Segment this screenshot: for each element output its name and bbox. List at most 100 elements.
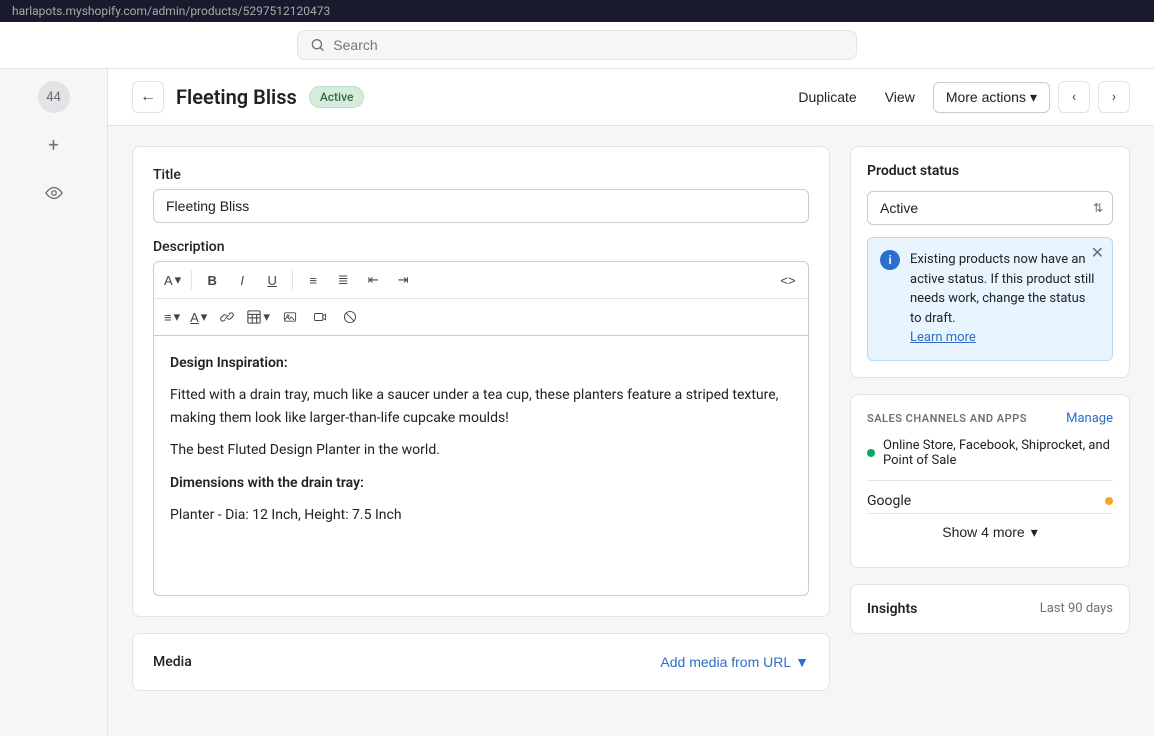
status-select[interactable]: Active Draft Archived — [867, 191, 1113, 225]
block-button[interactable] — [336, 303, 364, 331]
link-icon — [220, 310, 234, 324]
title-input[interactable] — [153, 189, 809, 223]
italic-icon: I — [240, 273, 244, 288]
product-status-title: Product status — [867, 163, 1113, 179]
align-chevron-icon: ▾ — [174, 309, 181, 325]
table-icon — [247, 310, 261, 324]
dimensions-heading: Dimensions with the drain tray: — [170, 475, 364, 491]
code-button[interactable]: <> — [774, 266, 802, 294]
description-para3: Planter - Dia: 12 Inch, Height: 7.5 Inch — [170, 504, 792, 526]
info-text: Existing products now have an active sta… — [910, 250, 1100, 348]
nav-prev-button[interactable]: ‹ — [1058, 81, 1090, 113]
left-sidebar: 44 + — [0, 69, 108, 735]
bold-icon: B — [208, 273, 217, 288]
page-header: ← Fleeting Bliss Active Duplicate View M… — [108, 69, 1154, 126]
editor-content[interactable]: Design Inspiration: Fitted with a drain … — [153, 336, 809, 596]
link-button[interactable] — [213, 303, 241, 331]
image-icon — [283, 310, 297, 324]
main-layout: 44 + ← Fleeting Bliss Active Duplicate V… — [0, 69, 1154, 735]
bold-button[interactable]: B — [198, 266, 226, 294]
next-icon: › — [1112, 89, 1116, 105]
indent-dec-button[interactable]: ⇤ — [359, 266, 387, 294]
video-button[interactable] — [306, 303, 334, 331]
italic-button[interactable]: I — [228, 266, 256, 294]
add-icon-btn[interactable]: + — [38, 129, 70, 161]
list-ul-icon: ≡ — [309, 273, 317, 288]
font-dropdown-icon: ▾ — [175, 272, 182, 288]
block-icon — [343, 310, 357, 324]
view-button[interactable]: View — [875, 83, 925, 111]
status-select-wrapper: Active Draft Archived — [867, 191, 1113, 225]
product-details-card: Title Description A ▾ — [132, 146, 830, 617]
google-status-dot — [1105, 497, 1113, 505]
image-button[interactable] — [276, 303, 304, 331]
search-icon — [310, 37, 325, 53]
url-bar: harlapots.myshopify.com/admin/products/5… — [0, 0, 1154, 22]
google-row: Google — [867, 493, 1113, 509]
font-group: A ▾ — [160, 272, 185, 288]
manage-link[interactable]: Manage — [1066, 411, 1113, 426]
info-close-button[interactable]: ✕ — [1091, 246, 1104, 262]
show-more-button[interactable]: Show 4 more ▾ — [867, 513, 1113, 551]
search-input[interactable] — [333, 37, 844, 53]
url-text: harlapots.myshopify.com/admin/products/5… — [12, 4, 330, 18]
nav-next-button[interactable]: › — [1098, 81, 1130, 113]
info-icon: i — [880, 250, 900, 270]
sidebar-badge: 44 — [38, 81, 70, 113]
eye-icon-btn[interactable] — [38, 177, 70, 209]
media-card: Media Add media from URL ▼ — [132, 633, 830, 691]
add-media-button[interactable]: Add media from URL ▼ — [660, 654, 809, 670]
list-ul-button[interactable]: ≡ — [299, 266, 327, 294]
more-actions-button[interactable]: More actions ▾ — [933, 82, 1050, 113]
online-store-status-dot — [867, 449, 875, 457]
add-media-chevron-icon: ▼ — [795, 654, 809, 670]
description-label: Description — [153, 239, 809, 255]
learn-more-link[interactable]: Learn more — [910, 330, 976, 345]
info-message: Existing products now have an active sta… — [910, 252, 1094, 326]
product-status-card: Product status Active Draft Archived i E… — [850, 146, 1130, 378]
duplicate-button[interactable]: Duplicate — [788, 83, 866, 111]
chevron-down-icon: ▾ — [1030, 89, 1037, 106]
media-header: Media Add media from URL ▼ — [153, 654, 809, 670]
underline-icon: U — [268, 273, 277, 288]
font-size-dropdown[interactable]: A ▾ — [160, 272, 185, 288]
table-chevron-icon: ▾ — [263, 309, 270, 325]
show-more-chevron-icon: ▾ — [1031, 524, 1038, 541]
sales-channels-title: SALES CHANNELS AND APPS — [867, 412, 1027, 425]
indent-inc-button[interactable]: ⇥ — [389, 266, 417, 294]
toolbar-row-2: ≡ ▾ A ▾ — [154, 299, 808, 335]
underline-button[interactable]: U — [258, 266, 286, 294]
design-heading: Design Inspiration: — [170, 355, 288, 371]
search-box[interactable] — [297, 30, 857, 60]
channel-divider — [867, 480, 1113, 481]
description-para1: Fitted with a drain tray, much like a sa… — [170, 384, 792, 429]
list-ol-button[interactable]: ≣ — [329, 266, 357, 294]
back-button[interactable]: ← — [132, 81, 164, 113]
page-title: Fleeting Bliss — [176, 85, 297, 109]
color-dropdown[interactable]: A ▾ — [186, 309, 211, 325]
insights-period: Last 90 days — [1040, 601, 1113, 616]
title-label: Title — [153, 167, 809, 183]
page-body: Title Description A ▾ — [108, 126, 1154, 735]
align-dropdown[interactable]: ≡ ▾ — [160, 309, 184, 325]
video-icon — [313, 310, 327, 324]
font-icon: A — [164, 273, 173, 288]
header-bar — [0, 22, 1154, 69]
add-icon: + — [48, 135, 58, 156]
add-media-label: Add media from URL — [660, 654, 791, 670]
more-actions-label: More actions — [946, 89, 1026, 105]
editor-toolbar: A ▾ B I U ≡ ≣ — [153, 261, 809, 336]
back-icon: ← — [140, 88, 156, 106]
online-store-row: Online Store, Facebook, Shiprocket, and … — [867, 438, 1113, 468]
table-dropdown[interactable]: ▾ — [243, 309, 274, 325]
toolbar-row-1: A ▾ B I U ≡ ≣ — [154, 262, 808, 299]
description-para2: The best Fluted Design Planter in the wo… — [170, 439, 792, 461]
media-title: Media — [153, 654, 192, 670]
close-icon: ✕ — [1091, 245, 1104, 262]
prev-icon: ‹ — [1072, 89, 1076, 105]
insights-title: Insights — [867, 601, 917, 617]
indent-dec-icon: ⇤ — [368, 272, 379, 288]
online-store-label: Online Store, Facebook, Shiprocket, and … — [883, 438, 1113, 468]
list-ol-icon: ≣ — [338, 272, 349, 288]
insights-card: Insights Last 90 days — [850, 584, 1130, 634]
